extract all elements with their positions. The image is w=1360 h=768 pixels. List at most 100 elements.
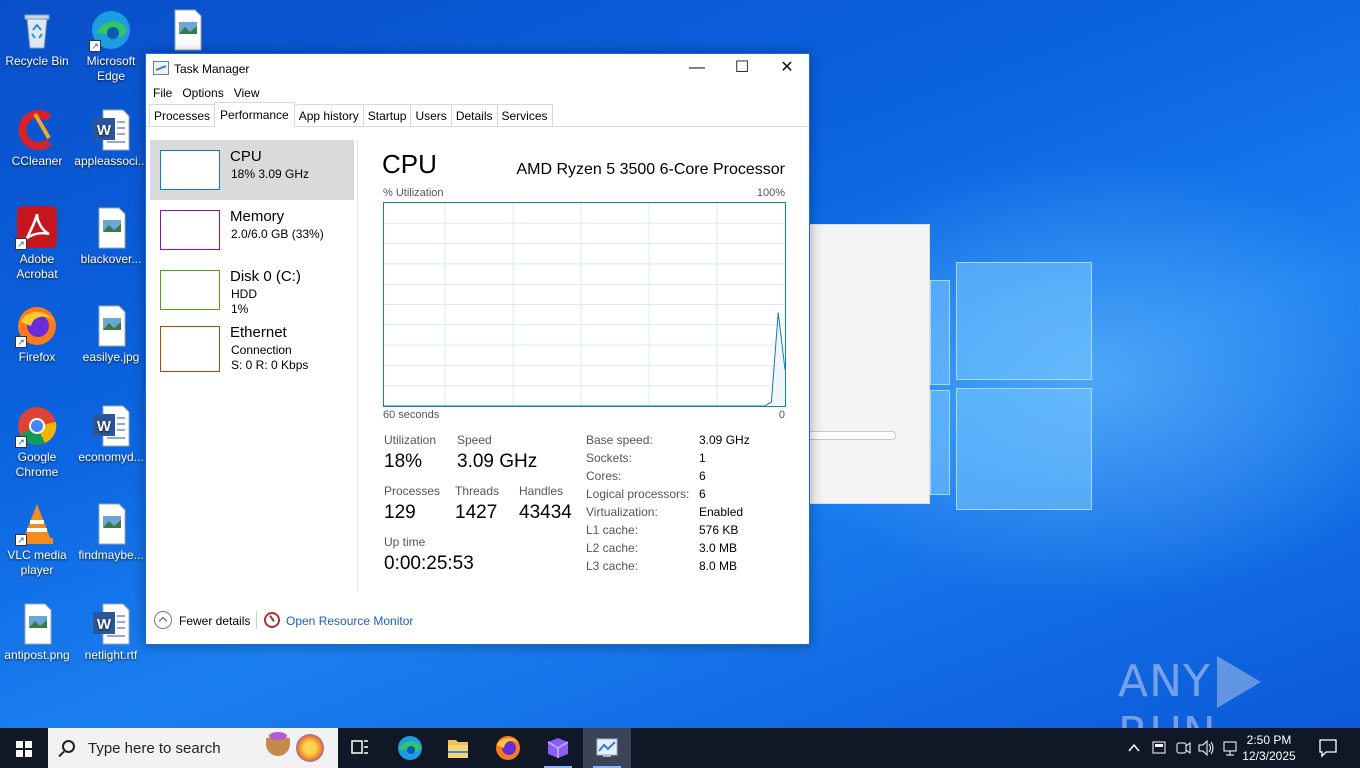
vlc-icon: ↗ xyxy=(15,502,59,546)
sidebar-item-memory[interactable]: Memory 2.0/6.0 GB (33%) xyxy=(150,200,354,260)
spec-value: 6 xyxy=(699,487,706,501)
menu-file[interactable]: File xyxy=(148,83,177,103)
desktop-icon-word-doc-2[interactable]: W economyd... xyxy=(74,404,148,465)
windows-icon-part xyxy=(16,750,23,757)
start-button[interactable] xyxy=(0,728,48,768)
desktop-icon-image-file[interactable] xyxy=(150,8,224,54)
graph-y-label: % Utilization xyxy=(383,187,444,199)
image-file-icon xyxy=(15,602,59,646)
spec-label: L2 cache: xyxy=(586,541,639,555)
footer-divider xyxy=(256,611,257,629)
background-progress-bar xyxy=(808,431,896,440)
chrome-icon: ↗ xyxy=(15,404,59,448)
taskbar-search-box[interactable]: Type here to search xyxy=(48,728,338,768)
menu-options[interactable]: Options xyxy=(177,83,228,103)
keyboard-icon[interactable] xyxy=(1150,728,1168,768)
spec-label: L3 cache: xyxy=(586,559,639,573)
panel-title: CPU xyxy=(382,149,437,179)
desktop-icon-label: economyd... xyxy=(78,450,144,464)
cpu-utilization-line xyxy=(384,312,785,406)
task-view-icon[interactable] xyxy=(336,728,384,768)
resource-monitor-icon xyxy=(264,612,280,628)
network-icon[interactable] xyxy=(1220,728,1240,768)
search-icon xyxy=(62,740,75,753)
utilization-label: Utilization xyxy=(384,433,437,447)
desktop-icon-image-easilye[interactable]: easilye.jpg xyxy=(74,304,148,365)
utilization-value: 18% xyxy=(384,451,423,472)
search-highlight-badge-icon xyxy=(296,734,324,762)
file-explorer-icon[interactable] xyxy=(434,728,482,768)
tab-performance[interactable]: Performance xyxy=(214,102,295,127)
tab-services[interactable]: Services xyxy=(496,104,553,126)
adobe-acrobat-icon: ↗ xyxy=(15,206,59,250)
desktop-icon-netlight[interactable]: W netlight.rtf xyxy=(74,602,148,663)
cpu-utilization-graph xyxy=(383,202,786,407)
tab-details[interactable]: Details xyxy=(450,104,498,126)
desktop-icon-label: appleassoci... xyxy=(74,154,148,168)
menu-view[interactable]: View xyxy=(229,83,265,103)
open-resource-monitor-link[interactable]: Open Resource Monitor xyxy=(286,614,413,628)
maximize-button[interactable]: ☐ xyxy=(719,54,765,83)
uptime-value: 0:00:25:53 xyxy=(384,553,474,574)
desktop-icon-recycle-bin[interactable]: Recycle Bin xyxy=(0,8,74,69)
sidebar-item-disk[interactable]: Disk 0 (C:) HDD 1% xyxy=(150,260,354,320)
tab-startup[interactable]: Startup xyxy=(362,104,412,126)
windows-logo-wallpaper xyxy=(930,258,1100,516)
tab-app-history[interactable]: App history xyxy=(293,104,364,126)
desktop-icon-antipost[interactable]: antipost.png xyxy=(0,602,74,663)
svg-text:W: W xyxy=(97,616,112,633)
cpu-thumbnail-graph xyxy=(160,150,220,190)
threads-label: Threads xyxy=(455,484,500,498)
spec-value: 1 xyxy=(699,451,706,465)
clock-date: 12/3/2025 xyxy=(1242,749,1296,763)
graph-x-label: 60 seconds xyxy=(383,409,440,421)
tab-processes[interactable]: Processes xyxy=(149,104,216,126)
sidebar-item-ethernet[interactable]: Ethernet Connection S: 0 R: 0 Kbps xyxy=(150,324,354,386)
word-document-icon: W xyxy=(89,404,133,448)
task-manager-icon xyxy=(153,61,169,75)
taskbar-clock[interactable]: 2:50 PM 12/3/2025 xyxy=(1238,732,1300,764)
notifications-icon[interactable] xyxy=(1312,728,1344,768)
svg-text:W: W xyxy=(97,122,112,139)
disk-thumbnail-graph xyxy=(160,270,220,310)
desktop-icon-adobe-acrobat[interactable]: ↗ Adobe Acrobat xyxy=(0,206,74,282)
desktop-icon-vlc[interactable]: ↗ VLC media player xyxy=(0,502,74,578)
cpu-utilization-area xyxy=(384,312,785,406)
sidebar-item-cpu[interactable]: CPU 18% 3.09 GHz xyxy=(150,140,354,200)
tab-users[interactable]: Users xyxy=(410,104,452,126)
graph-x-end: 0 xyxy=(778,409,785,421)
desktop-icon-image-blackover[interactable]: blackover... xyxy=(74,206,148,267)
taskbar: Type here to search 2:50 PM 12/3/2025 xyxy=(0,728,1360,768)
task-manager-icon[interactable] xyxy=(583,728,631,768)
desktop-icon-label: CCleaner xyxy=(11,154,63,168)
desktop-icon-ccleaner[interactable]: CCleaner xyxy=(0,108,74,169)
edge-icon: ↗ xyxy=(89,8,133,52)
minimize-button[interactable]: — xyxy=(674,54,720,83)
desktop-icon-microsoft-edge[interactable]: ↗ Microsoft Edge xyxy=(74,8,148,84)
performance-sidebar: CPU 18% 3.09 GHz Memory 2.0/6.0 GB (33%)… xyxy=(150,140,354,594)
handles-label: Handles xyxy=(519,484,564,498)
desktop-icon-label: VLC media player xyxy=(7,548,67,577)
firefox-icon[interactable] xyxy=(484,728,532,768)
desktop-icon-word-doc-1[interactable]: W appleassoci... xyxy=(74,108,148,169)
volume-icon[interactable] xyxy=(1196,728,1216,768)
windows-icon xyxy=(16,741,23,748)
visual-studio-icon[interactable] xyxy=(534,728,582,768)
desktop-icon-label: Google Chrome xyxy=(15,450,59,479)
spec-value: 576 KB xyxy=(699,523,739,537)
desktop-icon-image-findmaybe[interactable]: findmaybe... xyxy=(74,502,148,563)
spec-value: 6 xyxy=(699,469,706,483)
desktop-icon-firefox[interactable]: ↗ Firefox xyxy=(0,304,74,365)
title-bar[interactable]: Task Manager — ☐ ✕ xyxy=(146,54,809,83)
edge-icon[interactable] xyxy=(386,728,434,768)
chevron-up-icon[interactable] xyxy=(154,611,172,629)
desktop-icon-google-chrome[interactable]: ↗ Google Chrome xyxy=(0,404,74,480)
fewer-details-link[interactable]: Fewer details xyxy=(179,614,250,628)
spec-label: Cores: xyxy=(586,469,622,483)
processes-label: Processes xyxy=(384,484,441,498)
search-placeholder: Type here to search xyxy=(88,740,221,757)
meet-now-icon[interactable] xyxy=(1174,728,1192,768)
close-button[interactable]: ✕ xyxy=(764,54,810,83)
show-hidden-icons-chevron-up-icon[interactable] xyxy=(1126,728,1142,768)
sidebar-item-detail-2: S: 0 R: 0 Kbps xyxy=(231,358,309,372)
